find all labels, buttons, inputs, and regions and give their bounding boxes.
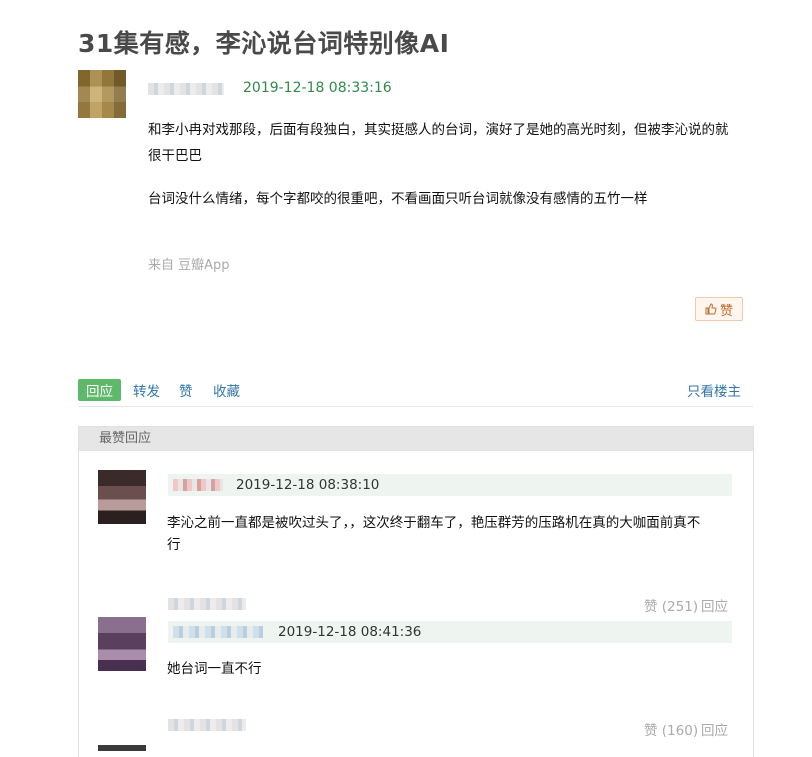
author-name-blurred[interactable] [148,83,224,95]
reply-timestamp: 2019-12-18 08:41:36 [278,624,422,640]
post-like-button[interactable]: 赞 [695,297,743,321]
reply-like-count[interactable]: 赞 (160) [644,719,698,739]
author-avatar[interactable] [78,70,126,118]
post-timestamp: 2019-12-18 08:33:16 [243,80,392,96]
like-link[interactable]: 赞 [179,380,193,400]
reply-text-line-1: 李沁之前一直都是被吹过头了，，这次终于翻车了，艳压群芳的压路机在真的大咖面前真不 [167,515,701,531]
top-replies-panel: 最赞回应 2019-12-18 08:38:10 李沁之前一直都是被吹过头了，，… [78,426,754,757]
reply-text-line-2: 行 [167,537,181,553]
post-paragraph-2: 台词没什么情绪，每个字都咬的很重吧，不看画面只听台词就像没有感情的五竹一样 [148,191,648,207]
reply-text: 她台词一直不行 [167,661,262,677]
post-paragraph-1: 和李小冉对戏那段，后面有段独白，其实挺感人的台词，演好了是她的高光时刻，但被李沁… [148,117,754,169]
reply-quote-blurred [168,719,246,731]
reply-quote-blurred [168,598,246,610]
reply-reply-link[interactable]: 回应 [701,595,728,615]
post-title: 31集有感，李沁说台词特别像AI [78,29,450,58]
collect-link[interactable]: 收藏 [213,380,240,400]
reply-timestamp: 2019-12-18 08:38:10 [236,477,380,493]
forward-link[interactable]: 转发 [133,380,160,400]
reply-avatar[interactable] [98,470,146,524]
thumbs-up-icon [705,303,717,315]
reply-avatar[interactable] [98,745,146,751]
only-op-link[interactable]: 只看楼主 [687,380,741,400]
reply-text: 李沁之前一直都是被吹过头了，，这次终于翻车了，艳压群芳的压路机在真的大咖面前真不… [167,512,737,556]
reply-avatar[interactable] [98,617,146,671]
reply-author-blurred[interactable] [173,626,263,638]
reply-author-blurred[interactable] [173,479,223,491]
post-source: 来自 豆瓣App [148,258,230,273]
top-replies-header: 最赞回应 [79,427,753,451]
post-like-label: 赞 [719,303,733,319]
reply-button[interactable]: 回应 [78,379,121,401]
reply-reply-link[interactable]: 回应 [701,719,728,739]
reply-like-count[interactable]: 赞 (251) [644,595,698,615]
action-bar: 回应 转发 赞 收藏 只看楼主 [78,378,753,407]
post-paragraph-1-line-1: 和李小冉对戏那段，后面有段独白，其实挺感人的台词，演好了是她的高光时刻，但被李沁… [148,122,729,138]
post-paragraph-1-line-2: 很干巴巴 [148,148,202,164]
